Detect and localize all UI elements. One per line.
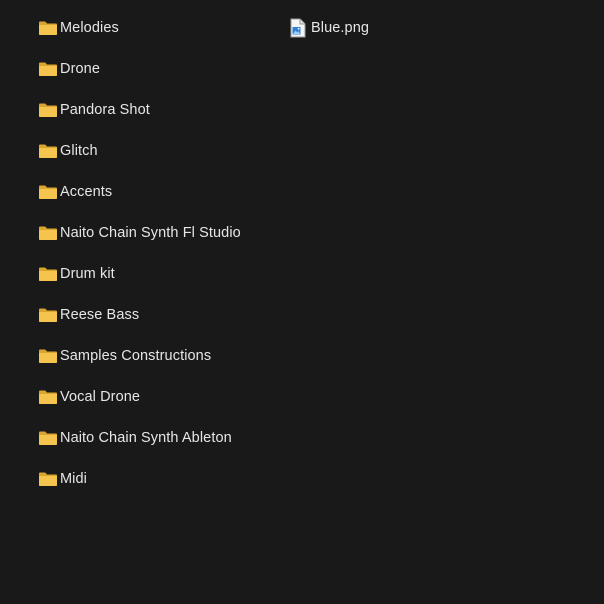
folder-item-naito-chain-synth-fl-studio[interactable]: Naito Chain Synth Fl Studio [38, 222, 241, 244]
file-item-blue-png[interactable]: Blue.png [289, 17, 369, 39]
folder-label: Reese Bass [60, 307, 140, 323]
folder-label: Melodies [60, 20, 119, 36]
folder-icon [38, 307, 58, 323]
folder-item-melodies[interactable]: Melodies [38, 17, 119, 39]
folder-icon [38, 184, 58, 200]
folder-item-accents[interactable]: Accents [38, 181, 112, 203]
folder-item-naito-chain-synth-ableton[interactable]: Naito Chain Synth Ableton [38, 427, 232, 449]
folder-item-reese-bass[interactable]: Reese Bass [38, 304, 139, 326]
folder-icon [38, 61, 58, 77]
folder-item-glitch[interactable]: Glitch [38, 140, 98, 162]
folder-label: Glitch [60, 143, 98, 159]
folder-icon [38, 266, 58, 282]
folder-icon [38, 389, 58, 405]
folder-label: Drum kit [60, 266, 115, 282]
folder-item-samples-constructions[interactable]: Samples Constructions [38, 345, 211, 367]
folder-label: Vocal Drone [60, 389, 141, 405]
folder-label: Pandora Shot [60, 102, 150, 118]
folder-icon [38, 225, 58, 241]
folder-label: Samples Constructions [60, 348, 212, 364]
folder-icon [38, 102, 58, 118]
folder-icon [38, 348, 58, 364]
folder-item-drum-kit[interactable]: Drum kit [38, 263, 115, 285]
folder-icon [38, 430, 58, 446]
folder-label: Midi [60, 471, 87, 487]
image-file-icon [289, 18, 307, 38]
file-label: Blue.png [311, 20, 370, 36]
folder-label: Accents [60, 184, 113, 200]
folder-icon [38, 143, 58, 159]
folder-label: Naito Chain Synth Fl Studio [60, 225, 241, 241]
folder-item-pandora-shot[interactable]: Pandora Shot [38, 99, 150, 121]
folder-label: Naito Chain Synth Ableton [60, 430, 232, 446]
folder-icon [38, 471, 58, 487]
folder-icon [38, 20, 58, 36]
folder-item-vocal-drone[interactable]: Vocal Drone [38, 386, 140, 408]
folder-label: Drone [60, 61, 100, 77]
folder-item-drone[interactable]: Drone [38, 58, 100, 80]
file-list: Melodies Drone Pandora Shot Glitch Accen… [0, 0, 604, 604]
folder-item-midi[interactable]: Midi [38, 468, 87, 490]
